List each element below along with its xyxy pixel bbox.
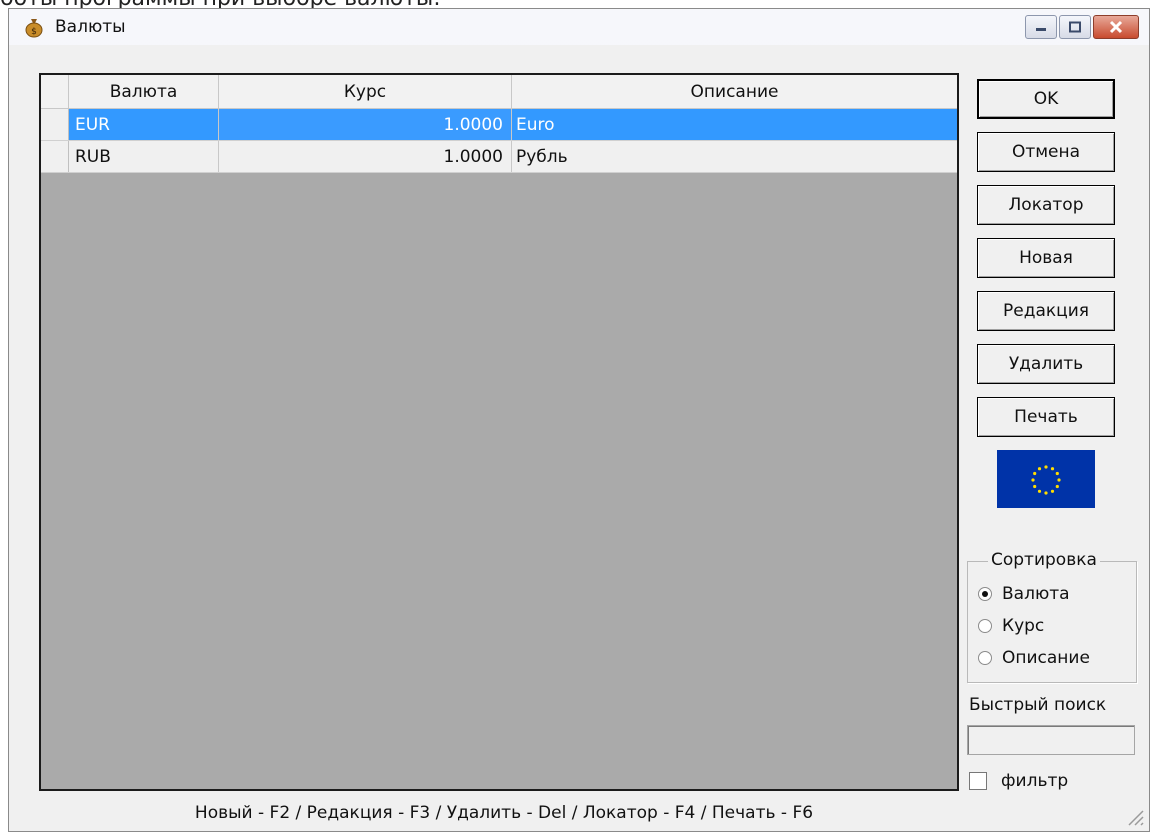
column-header-rate[interactable]: Курс: [219, 75, 512, 108]
resize-grip-icon[interactable]: [1123, 805, 1145, 827]
currencies-dialog: $ Валюты Валюта Курс Описание EUR 1.0000…: [8, 8, 1150, 832]
print-button[interactable]: Печать: [977, 397, 1115, 437]
sort-option-description[interactable]: Описание: [978, 648, 1090, 668]
ok-button[interactable]: OK: [977, 79, 1115, 119]
shortcut-hint: Новый - F2 / Редакция - F3 / Удалить - D…: [194, 803, 814, 823]
filter-checkbox[interactable]: [969, 772, 987, 790]
radio-icon[interactable]: [978, 651, 992, 665]
window-controls: [1025, 15, 1139, 39]
radio-checked-icon[interactable]: [978, 587, 992, 601]
window-title: Валюты: [55, 17, 126, 37]
sort-legend: Сортировка: [988, 550, 1100, 570]
cell-description[interactable]: Рубль: [512, 141, 957, 172]
sort-option-label: Курс: [1002, 616, 1045, 636]
radio-icon[interactable]: [978, 619, 992, 633]
cell-description[interactable]: Euro: [512, 109, 957, 140]
action-buttons: OK Отмена Локатор Новая Редакция Удалить…: [977, 79, 1117, 508]
sort-option-rate[interactable]: Курс: [978, 616, 1044, 636]
edit-button[interactable]: Редакция: [977, 291, 1115, 331]
sort-option-currency[interactable]: Валюта: [978, 584, 1070, 604]
sort-option-label: Валюта: [1002, 584, 1070, 604]
delete-button[interactable]: Удалить: [977, 344, 1115, 384]
minimize-icon[interactable]: [1025, 15, 1057, 39]
maximize-icon[interactable]: [1059, 15, 1091, 39]
column-header-description[interactable]: Описание: [512, 75, 957, 108]
eu-flag-icon: [997, 450, 1095, 508]
svg-text:$: $: [31, 27, 37, 37]
currency-grid[interactable]: Валюта Курс Описание EUR 1.0000 Euro RUB…: [39, 73, 959, 791]
locator-button[interactable]: Локатор: [977, 185, 1115, 225]
cell-rate[interactable]: 1.0000: [219, 141, 512, 172]
grid-header: Валюта Курс Описание: [41, 75, 957, 109]
column-header-currency[interactable]: Валюта: [69, 75, 219, 108]
row-indicator[interactable]: [41, 109, 69, 140]
table-row[interactable]: RUB 1.0000 Рубль: [41, 141, 957, 173]
close-icon[interactable]: [1093, 15, 1139, 39]
filter-checkbox-row[interactable]: фильтр: [969, 771, 1068, 791]
row-indicator-header: [41, 75, 69, 108]
sort-option-label: Описание: [1002, 648, 1090, 668]
new-button[interactable]: Новая: [977, 238, 1115, 278]
cell-rate[interactable]: 1.0000: [219, 109, 512, 140]
filter-label: фильтр: [1001, 771, 1069, 791]
sort-groupbox: Сортировка Валюта Курс Описание: [967, 550, 1137, 683]
table-row[interactable]: EUR 1.0000 Euro: [41, 109, 957, 141]
quick-search-label: Быстрый поиск: [969, 695, 1107, 715]
cancel-button[interactable]: Отмена: [977, 132, 1115, 172]
title-bar[interactable]: $ Валюты: [9, 9, 1149, 45]
dialog-client-area: Валюта Курс Описание EUR 1.0000 Euro RUB…: [9, 45, 1149, 831]
cell-currency[interactable]: RUB: [69, 141, 219, 172]
money-bag-icon: $: [23, 16, 45, 38]
cell-currency[interactable]: EUR: [69, 109, 219, 140]
row-indicator[interactable]: [41, 141, 69, 172]
quick-search-input[interactable]: [967, 725, 1135, 755]
